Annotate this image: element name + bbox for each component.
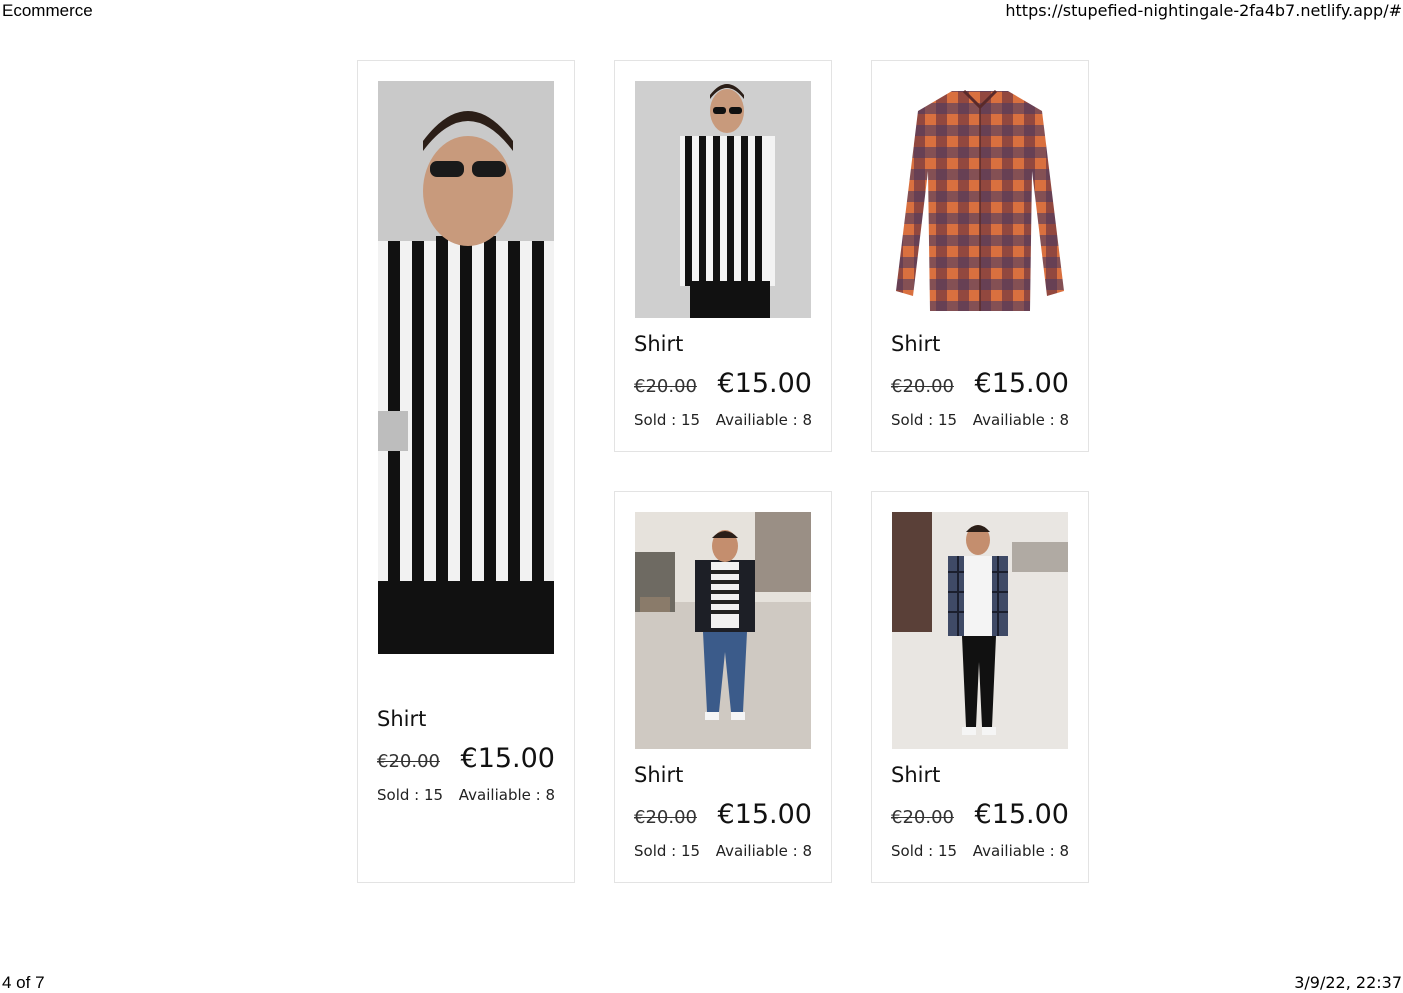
available-count: Availiable : 8 (458, 786, 555, 804)
price-row: €20.00 €15.00 (634, 368, 812, 399)
old-price: €20.00 (377, 751, 440, 772)
striped-shirt-full-image (635, 81, 811, 318)
product-title[interactable]: Shirt (891, 332, 940, 356)
stock-row: Sold : 15 Availiable : 8 (634, 411, 812, 429)
product-image[interactable] (892, 81, 1068, 318)
old-price: €20.00 (891, 807, 954, 828)
product-title[interactable]: Shirt (634, 763, 683, 787)
print-footer-page-counter: 4 of 7 (2, 973, 45, 992)
old-price: €20.00 (634, 807, 697, 828)
sold-count: Sold : 15 (634, 842, 701, 860)
available-count: Availiable : 8 (715, 842, 812, 860)
product-card[interactable]: Shirt €20.00 €15.00 Sold : 15 Availiable… (614, 491, 832, 883)
stock-row: Sold : 15 Availiable : 8 (891, 842, 1069, 860)
print-footer-datetime: 3/9/22, 22:37 (1294, 973, 1402, 992)
available-count: Availiable : 8 (972, 411, 1069, 429)
product-title[interactable]: Shirt (377, 707, 426, 731)
stock-row: Sold : 15 Availiable : 8 (377, 786, 555, 804)
sold-count: Sold : 15 (891, 411, 958, 429)
product-image[interactable] (378, 81, 554, 654)
price-row: €20.00 €15.00 (891, 368, 1069, 399)
sold-count: Sold : 15 (634, 411, 701, 429)
product-image[interactable] (892, 512, 1068, 749)
product-title[interactable]: Shirt (634, 332, 683, 356)
price-row: €20.00 €15.00 (634, 799, 812, 830)
plaid-shirt-image (892, 81, 1068, 318)
current-price: €15.00 (717, 368, 812, 399)
stock-row: Sold : 15 Availiable : 8 (891, 411, 1069, 429)
street-style-blazer-image (635, 512, 811, 749)
print-header-url: https://stupefied-nightingale-2fa4b7.net… (1005, 1, 1402, 20)
print-header-title: Ecommerce (2, 1, 93, 20)
current-price: €15.00 (974, 799, 1069, 830)
sold-count: Sold : 15 (891, 842, 958, 860)
current-price: €15.00 (717, 799, 812, 830)
product-card[interactable]: Shirt €20.00 €15.00 Sold : 15 Availiable… (871, 60, 1089, 452)
product-card[interactable]: Shirt €20.00 €15.00 Sold : 15 Availiable… (614, 60, 832, 452)
street-style-plaid-image (892, 512, 1068, 749)
sold-count: Sold : 15 (377, 786, 444, 804)
price-row: €20.00 €15.00 (377, 743, 555, 774)
price-row: €20.00 €15.00 (891, 799, 1069, 830)
product-card[interactable]: Shirt €20.00 €15.00 Sold : 15 Availiable… (871, 491, 1089, 883)
product-card[interactable]: Shirt €20.00 €15.00 Sold : 15 Availiable… (357, 60, 575, 883)
product-image[interactable] (635, 81, 811, 318)
old-price: €20.00 (891, 376, 954, 397)
current-price: €15.00 (460, 743, 555, 774)
available-count: Availiable : 8 (715, 411, 812, 429)
product-title[interactable]: Shirt (891, 763, 940, 787)
available-count: Availiable : 8 (972, 842, 1069, 860)
old-price: €20.00 (634, 376, 697, 397)
product-image[interactable] (635, 512, 811, 749)
striped-shirt-image (378, 81, 554, 654)
current-price: €15.00 (974, 368, 1069, 399)
stock-row: Sold : 15 Availiable : 8 (634, 842, 812, 860)
